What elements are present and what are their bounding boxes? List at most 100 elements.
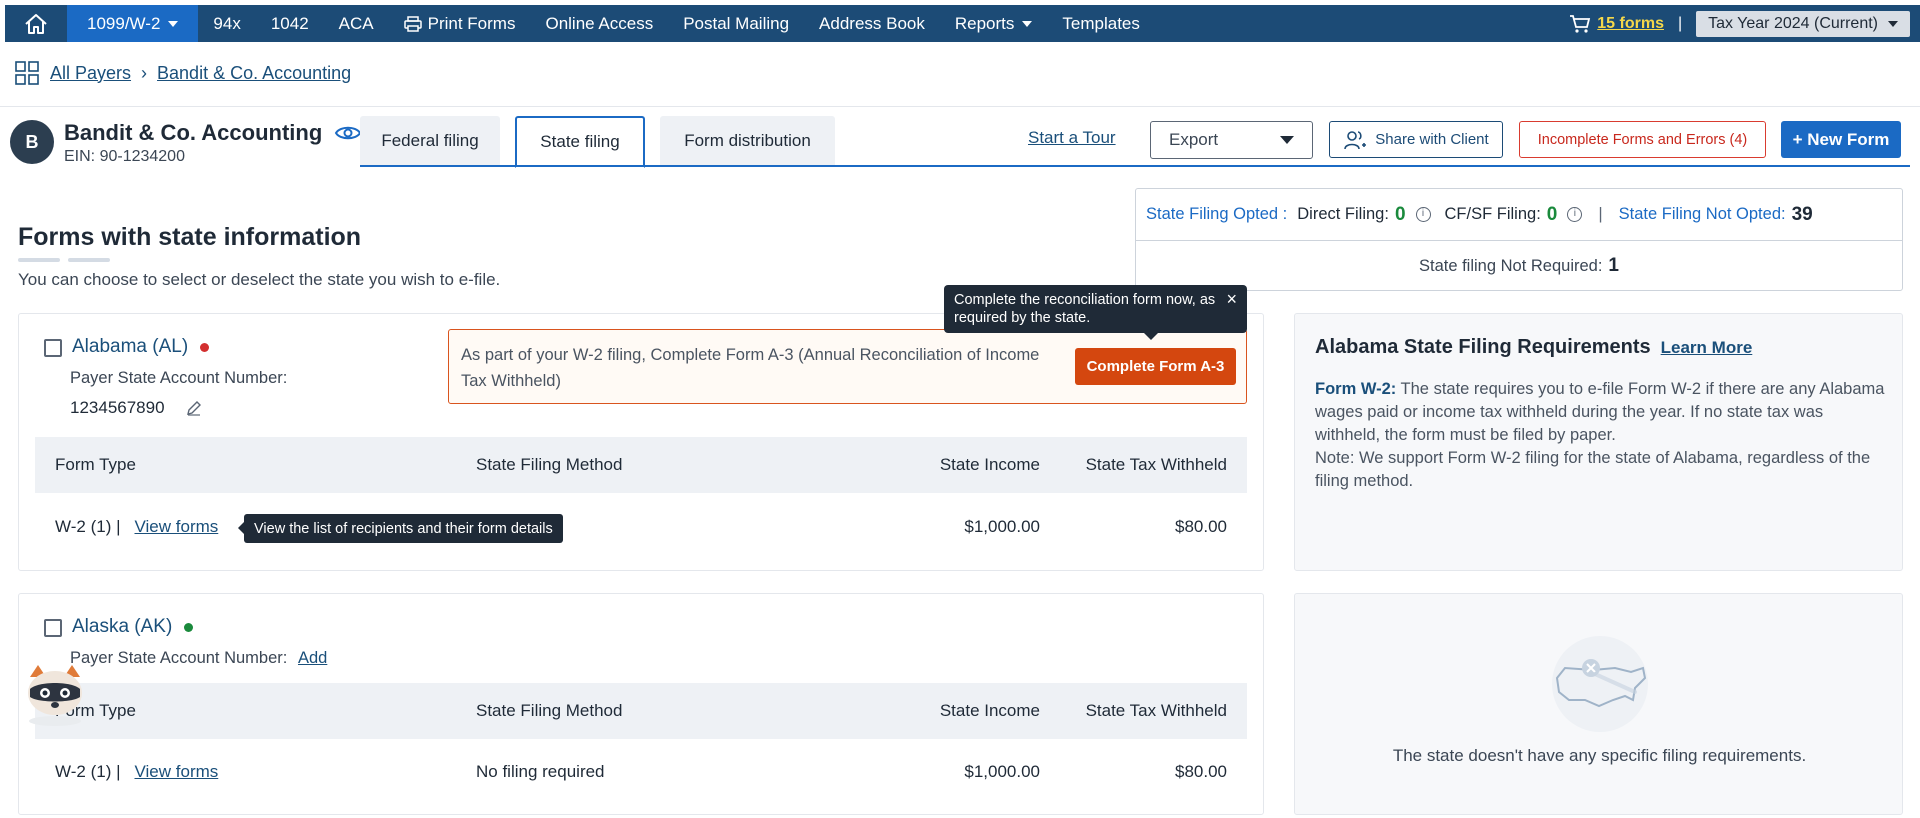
stats-divider: | (1598, 205, 1603, 223)
section-description: You can choose to select or deselect the… (18, 270, 501, 289)
form-type-cell: W-2 (1) | View forms (55, 517, 219, 536)
chevron-down-icon (1888, 20, 1898, 27)
tooltip-arrow (238, 522, 244, 534)
nav-postal-mailing[interactable]: Postal Mailing (668, 5, 804, 42)
nav-templates[interactable]: Templates (1047, 5, 1154, 42)
requirements-title: Alabama State Filing Requirements Learn M… (1315, 336, 1753, 358)
nav-1042[interactable]: 1042 (256, 5, 324, 42)
status-dot (200, 342, 210, 352)
not-opted-label: State Filing Not Opted: (1618, 205, 1786, 223)
state-name-alabama[interactable]: Alabama (AL) (72, 336, 210, 358)
breadcrumb-payer[interactable]: Bandit & Co. Accounting (157, 63, 351, 84)
account-number-label: Payer State Account Number: (70, 369, 288, 387)
chevron-down-icon (1022, 20, 1033, 27)
filing-tabs: Federal filing State filing Form distrib… (360, 116, 850, 168)
payer-name: Bandit & Co. Accounting (64, 120, 362, 146)
chevron-down-icon (168, 20, 179, 27)
account-number-label: Payer State Account Number: Add (70, 649, 328, 667)
state-name-alaska[interactable]: Alaska (AK) (72, 616, 194, 638)
breadcrumb: All Payers › Bandit & Co. Accounting (14, 60, 351, 86)
reconciliation-tooltip: Complete the reconciliation form now, as… (944, 285, 1247, 340)
share-with-client-button[interactable]: Share with Client (1329, 121, 1503, 158)
requirements-panel: Alabama State Filing Requirements Learn M… (1294, 313, 1903, 571)
view-forms-link[interactable]: View forms (135, 762, 219, 781)
top-nav: 1099/W-2 94x 1042 ACA Print Forms Online… (5, 5, 1920, 42)
tax-year-select[interactable]: Tax Year 2024 (Current) (1696, 10, 1910, 37)
mascot-raccoon-icon[interactable] (22, 663, 88, 732)
form-label: Form W-2: (1315, 380, 1397, 398)
no-requirements-text: The state doesn't have any specific fili… (1392, 746, 1807, 765)
home-icon[interactable] (5, 5, 67, 42)
breadcrumb-all-payers[interactable]: All Payers (50, 63, 131, 84)
export-select[interactable]: Export (1150, 121, 1313, 159)
header-filing-method: State Filing Method (476, 455, 623, 474)
requirements-body: Form W-2: The state requires you to e-fi… (1315, 380, 1885, 490)
view-forms-tooltip: View the list of recipients and their fo… (238, 514, 563, 543)
tab-federal-filing[interactable]: Federal filing (360, 116, 500, 166)
nav-1099-w2[interactable]: 1099/W-2 (67, 5, 199, 42)
header-state-income: State Income (939, 701, 1040, 720)
reconciliation-alert: As part of your W-2 filing, Complete For… (448, 329, 1247, 404)
nav-94x[interactable]: 94x (198, 5, 255, 42)
new-form-button[interactable]: + New Form (1781, 121, 1901, 158)
header-state-income: State Income (939, 455, 1040, 474)
page-title: Forms with state information (18, 223, 362, 251)
cart-icon[interactable] (1569, 14, 1591, 34)
status-dot (184, 622, 194, 632)
nav-print-forms[interactable]: Print Forms (389, 5, 531, 42)
info-icon[interactable]: i (1567, 207, 1583, 222)
grid-icon (15, 61, 39, 85)
table-row: W-2 (1) | View forms No filing required $… (35, 744, 1247, 800)
cart-forms-link[interactable]: 15 forms (1597, 15, 1664, 33)
state-income-cell: $1,000.00 (964, 517, 1040, 536)
start-tour-link[interactable]: Start a Tour (1028, 128, 1116, 148)
state-income-cell: $1,000.00 (964, 762, 1040, 781)
not-required-label: State filing Not Required: (1418, 256, 1603, 275)
tax-withheld-cell: $80.00 (1175, 762, 1227, 781)
title-decoration (68, 258, 110, 262)
users-icon (1344, 130, 1367, 149)
eye-icon[interactable] (334, 124, 362, 142)
learn-more-link[interactable]: Learn More (1661, 338, 1753, 358)
nav-online-access[interactable]: Online Access (530, 5, 668, 42)
avatar: B (10, 120, 54, 164)
no-requirements-panel: The state doesn't have any specific fili… (1294, 593, 1903, 815)
title-decoration (18, 258, 60, 262)
opted-label: State Filing Opted : (1146, 205, 1288, 223)
pencil-icon[interactable] (185, 399, 203, 417)
tab-form-distribution[interactable]: Form distribution (660, 116, 835, 166)
tooltip-arrow (1144, 333, 1158, 340)
state-checkbox-alaska[interactable] (44, 619, 62, 637)
divider (0, 106, 1920, 107)
state-checkbox-alabama[interactable] (44, 339, 62, 357)
not-opted-value: 39 (1791, 203, 1813, 225)
tabs-underline (360, 165, 1910, 167)
account-number: 1234567890 (70, 398, 203, 418)
printer-icon (403, 15, 422, 32)
us-map-icon (1552, 636, 1648, 732)
tax-withheld-cell: $80.00 (1175, 517, 1227, 536)
header-tax-withheld: State Tax Withheld (1085, 701, 1227, 720)
add-account-link[interactable]: Add (298, 649, 327, 667)
header-filing-method: State Filing Method (476, 701, 623, 720)
nav-reports[interactable]: Reports (940, 5, 1048, 42)
incomplete-forms-button[interactable]: Incomplete Forms and Errors (4) (1519, 121, 1766, 158)
info-icon[interactable]: i (1415, 207, 1431, 222)
table-row: W-2 (1) | View forms $1,000.00 $80.00 (35, 499, 1247, 555)
chevron-down-icon (1280, 136, 1294, 144)
view-forms-link[interactable]: View forms (135, 517, 219, 536)
form-type-cell: W-2 (1) | View forms (55, 762, 219, 781)
header-form-type: Form Type (55, 455, 136, 474)
direct-label: Direct Filing: (1297, 205, 1389, 223)
payer-ein: EIN: 90-1234200 (64, 148, 185, 165)
alert-message: As part of your W-2 filing, Complete For… (461, 346, 1040, 390)
close-icon[interactable]: × (1226, 290, 1237, 308)
tab-state-filing[interactable]: State filing (515, 116, 645, 168)
nav-address-book[interactable]: Address Book (804, 5, 940, 42)
complete-form-a3-button[interactable]: Complete Form A-3 (1075, 348, 1236, 385)
cfsf-label: CF/SF Filing: (1444, 205, 1541, 223)
chevron-right-icon: › (141, 62, 148, 83)
not-required-value: 1 (1608, 255, 1619, 276)
nav-aca[interactable]: ACA (324, 5, 389, 42)
cfsf-value: 0 (1546, 203, 1558, 225)
